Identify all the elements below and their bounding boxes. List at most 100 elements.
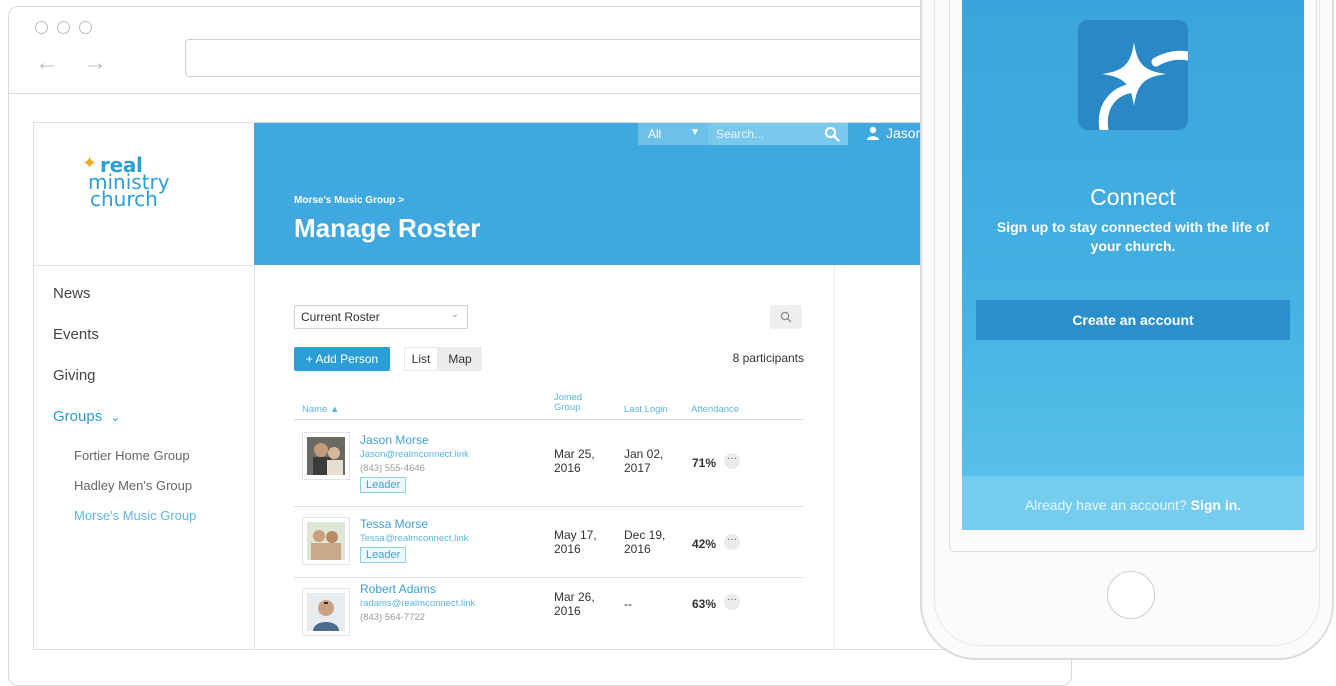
last-login-date: --	[624, 597, 632, 611]
attendance-value: 71%	[692, 456, 717, 470]
person-photo-icon	[307, 593, 345, 631]
chevron-down-icon: ⌄	[450, 309, 459, 320]
tagline-line2: your church.	[1090, 238, 1176, 254]
window-close-dot[interactable]	[35, 21, 48, 34]
chevron-down-icon: ⌄	[110, 410, 121, 424]
user-name: Jason	[886, 125, 924, 141]
connect-heading: Connect	[1090, 184, 1176, 210]
more-options-icon[interactable]: ···	[724, 534, 740, 550]
tagline-line1: Sign up to stay connected with the life …	[996, 219, 1270, 235]
sidebar-item-label: Groups	[53, 408, 103, 425]
page-title: Manage Roster	[294, 213, 481, 243]
person-name[interactable]: Tessa Morse	[360, 517, 428, 531]
sparkle-logo-icon	[1098, 42, 1193, 135]
connect-tagline: Sign up to stay connected with the life …	[962, 218, 1304, 256]
table-row[interactable]: Jason Morse Jason@realmconnect.link (843…	[294, 420, 804, 507]
joined-date: Mar 26, 2016	[554, 590, 595, 618]
sidebar-group-morse[interactable]: Morse's Music Group	[34, 501, 254, 531]
table-row[interactable]: Robert Adams radams@realmconnect.link (8…	[294, 578, 804, 649]
search-placeholder: Search...	[716, 127, 765, 141]
roster-panel: Current Roster ⌄ + Add Person List Map 8…	[254, 265, 835, 649]
column-header-attendance[interactable]: Attendance	[691, 405, 739, 415]
more-options-icon[interactable]: ···	[724, 594, 740, 610]
joined-date: May 17, 2016	[554, 528, 597, 556]
logo-area: ✦ real ministry church	[34, 123, 254, 266]
column-header-last-login[interactable]: Last Login	[624, 405, 668, 415]
more-options-icon[interactable]: ···	[724, 453, 740, 469]
person-name[interactable]: Jason Morse	[360, 433, 429, 447]
sidebar-item-groups[interactable]: Groups ⌄	[34, 396, 254, 437]
leader-badge: Leader	[360, 547, 407, 563]
joined-date-line2: 2016	[554, 542, 581, 556]
sidebar-item-news[interactable]: News	[34, 273, 254, 314]
column-header-joined-line2: Group	[554, 402, 581, 413]
joined-date-line2: 2016	[554, 461, 581, 475]
roster-filter-select[interactable]: Current Roster ⌄	[294, 305, 468, 329]
joined-date-line1: Mar 25,	[554, 447, 595, 461]
participant-count: 8 participants	[732, 351, 804, 365]
search-input[interactable]: Search...	[708, 123, 848, 145]
joined-date-line1: Mar 26,	[554, 590, 595, 604]
app-icon	[1078, 20, 1193, 135]
sidebar-group-fortier[interactable]: Fortier Home Group	[34, 441, 254, 471]
star-icon: ✦	[82, 153, 98, 173]
last-login-line2: 2016	[624, 542, 651, 556]
breadcrumb[interactable]: Morse's Music Group >	[294, 195, 404, 206]
caret-down-icon: ▼	[690, 127, 700, 138]
person-name[interactable]: Robert Adams	[360, 582, 436, 596]
person-phone: (843) 555-4646	[360, 463, 425, 474]
sidebar-nav: News Events Giving Groups ⌄ Fortier Home…	[34, 265, 254, 531]
sidebar-item-giving[interactable]: Giving	[34, 355, 254, 396]
joined-date: Mar 25, 2016	[554, 447, 595, 475]
user-icon	[867, 126, 879, 140]
window-zoom-dot[interactable]	[79, 21, 92, 34]
roster-filter-value: Current Roster	[301, 310, 380, 324]
sign-in-prompt: Already have an account?	[1024, 497, 1187, 513]
create-account-button[interactable]: Create an account	[976, 300, 1290, 340]
search-icon	[780, 311, 792, 323]
leader-badge: Leader	[360, 477, 407, 493]
joined-date-line2: 2016	[554, 604, 581, 618]
sidebar-item-events[interactable]: Events	[34, 314, 254, 355]
person-email[interactable]: Jason@realmconnect.link	[360, 449, 469, 460]
last-login-line1: Jan 02,	[624, 447, 664, 461]
page-header: All ▼ Search... Jason Morse's Music Grou…	[254, 123, 1032, 265]
sidebar: ✦ real ministry church News Events Givin…	[34, 123, 255, 649]
column-header-joined[interactable]: Joined Group	[554, 393, 582, 413]
sign-in-link[interactable]: Sign in.	[1191, 497, 1242, 513]
search-scope-select[interactable]: All ▼	[638, 123, 708, 145]
column-header-name[interactable]: Name ▲	[302, 405, 339, 415]
joined-date-line1: May 17,	[554, 528, 597, 542]
app-frame: ✦ real ministry church News Events Givin…	[33, 122, 1033, 650]
last-login-date: Jan 02, 2017	[624, 447, 663, 475]
person-email[interactable]: radams@realmconnect.link	[360, 598, 475, 609]
logo-word-church: church	[90, 187, 158, 211]
view-list-toggle[interactable]: List	[404, 347, 438, 371]
user-menu[interactable]: Jason	[866, 125, 923, 141]
window-minimize-dot[interactable]	[57, 21, 70, 34]
add-person-button[interactable]: + Add Person	[294, 347, 390, 371]
table-row[interactable]: Tessa Morse Tessa@realmconnect.link Lead…	[294, 507, 804, 578]
sidebar-group-hadley[interactable]: Hadley Men's Group	[34, 471, 254, 501]
phone-home-button[interactable]	[1107, 571, 1155, 619]
avatar	[302, 432, 350, 480]
person-photo-icon	[307, 437, 345, 475]
back-arrow-icon[interactable]: ←	[35, 51, 59, 75]
person-email[interactable]: Tessa@realmconnect.link	[360, 533, 468, 544]
avatar	[302, 517, 350, 565]
church-logo[interactable]: ✦ real ministry church	[82, 153, 170, 211]
sign-in-bar[interactable]: Already have an account? Sign in.	[962, 476, 1304, 530]
scope-label: All	[648, 127, 662, 141]
avatar	[302, 588, 350, 636]
last-login-line1: Dec 19,	[624, 528, 666, 542]
last-login-date: Dec 19, 2016	[624, 528, 665, 556]
attendance-value: 42%	[692, 537, 717, 551]
person-photo-icon	[307, 522, 345, 560]
phone-screen: Connect Sign up to stay connected with t…	[962, 0, 1304, 530]
attendance-value: 63%	[692, 597, 717, 611]
view-map-toggle[interactable]: Map	[438, 347, 482, 371]
forward-arrow-icon[interactable]: →	[83, 51, 107, 75]
roster-search-button[interactable]	[770, 305, 802, 329]
search-icon[interactable]	[824, 126, 840, 142]
person-phone: (843) 564-7722	[360, 612, 425, 623]
